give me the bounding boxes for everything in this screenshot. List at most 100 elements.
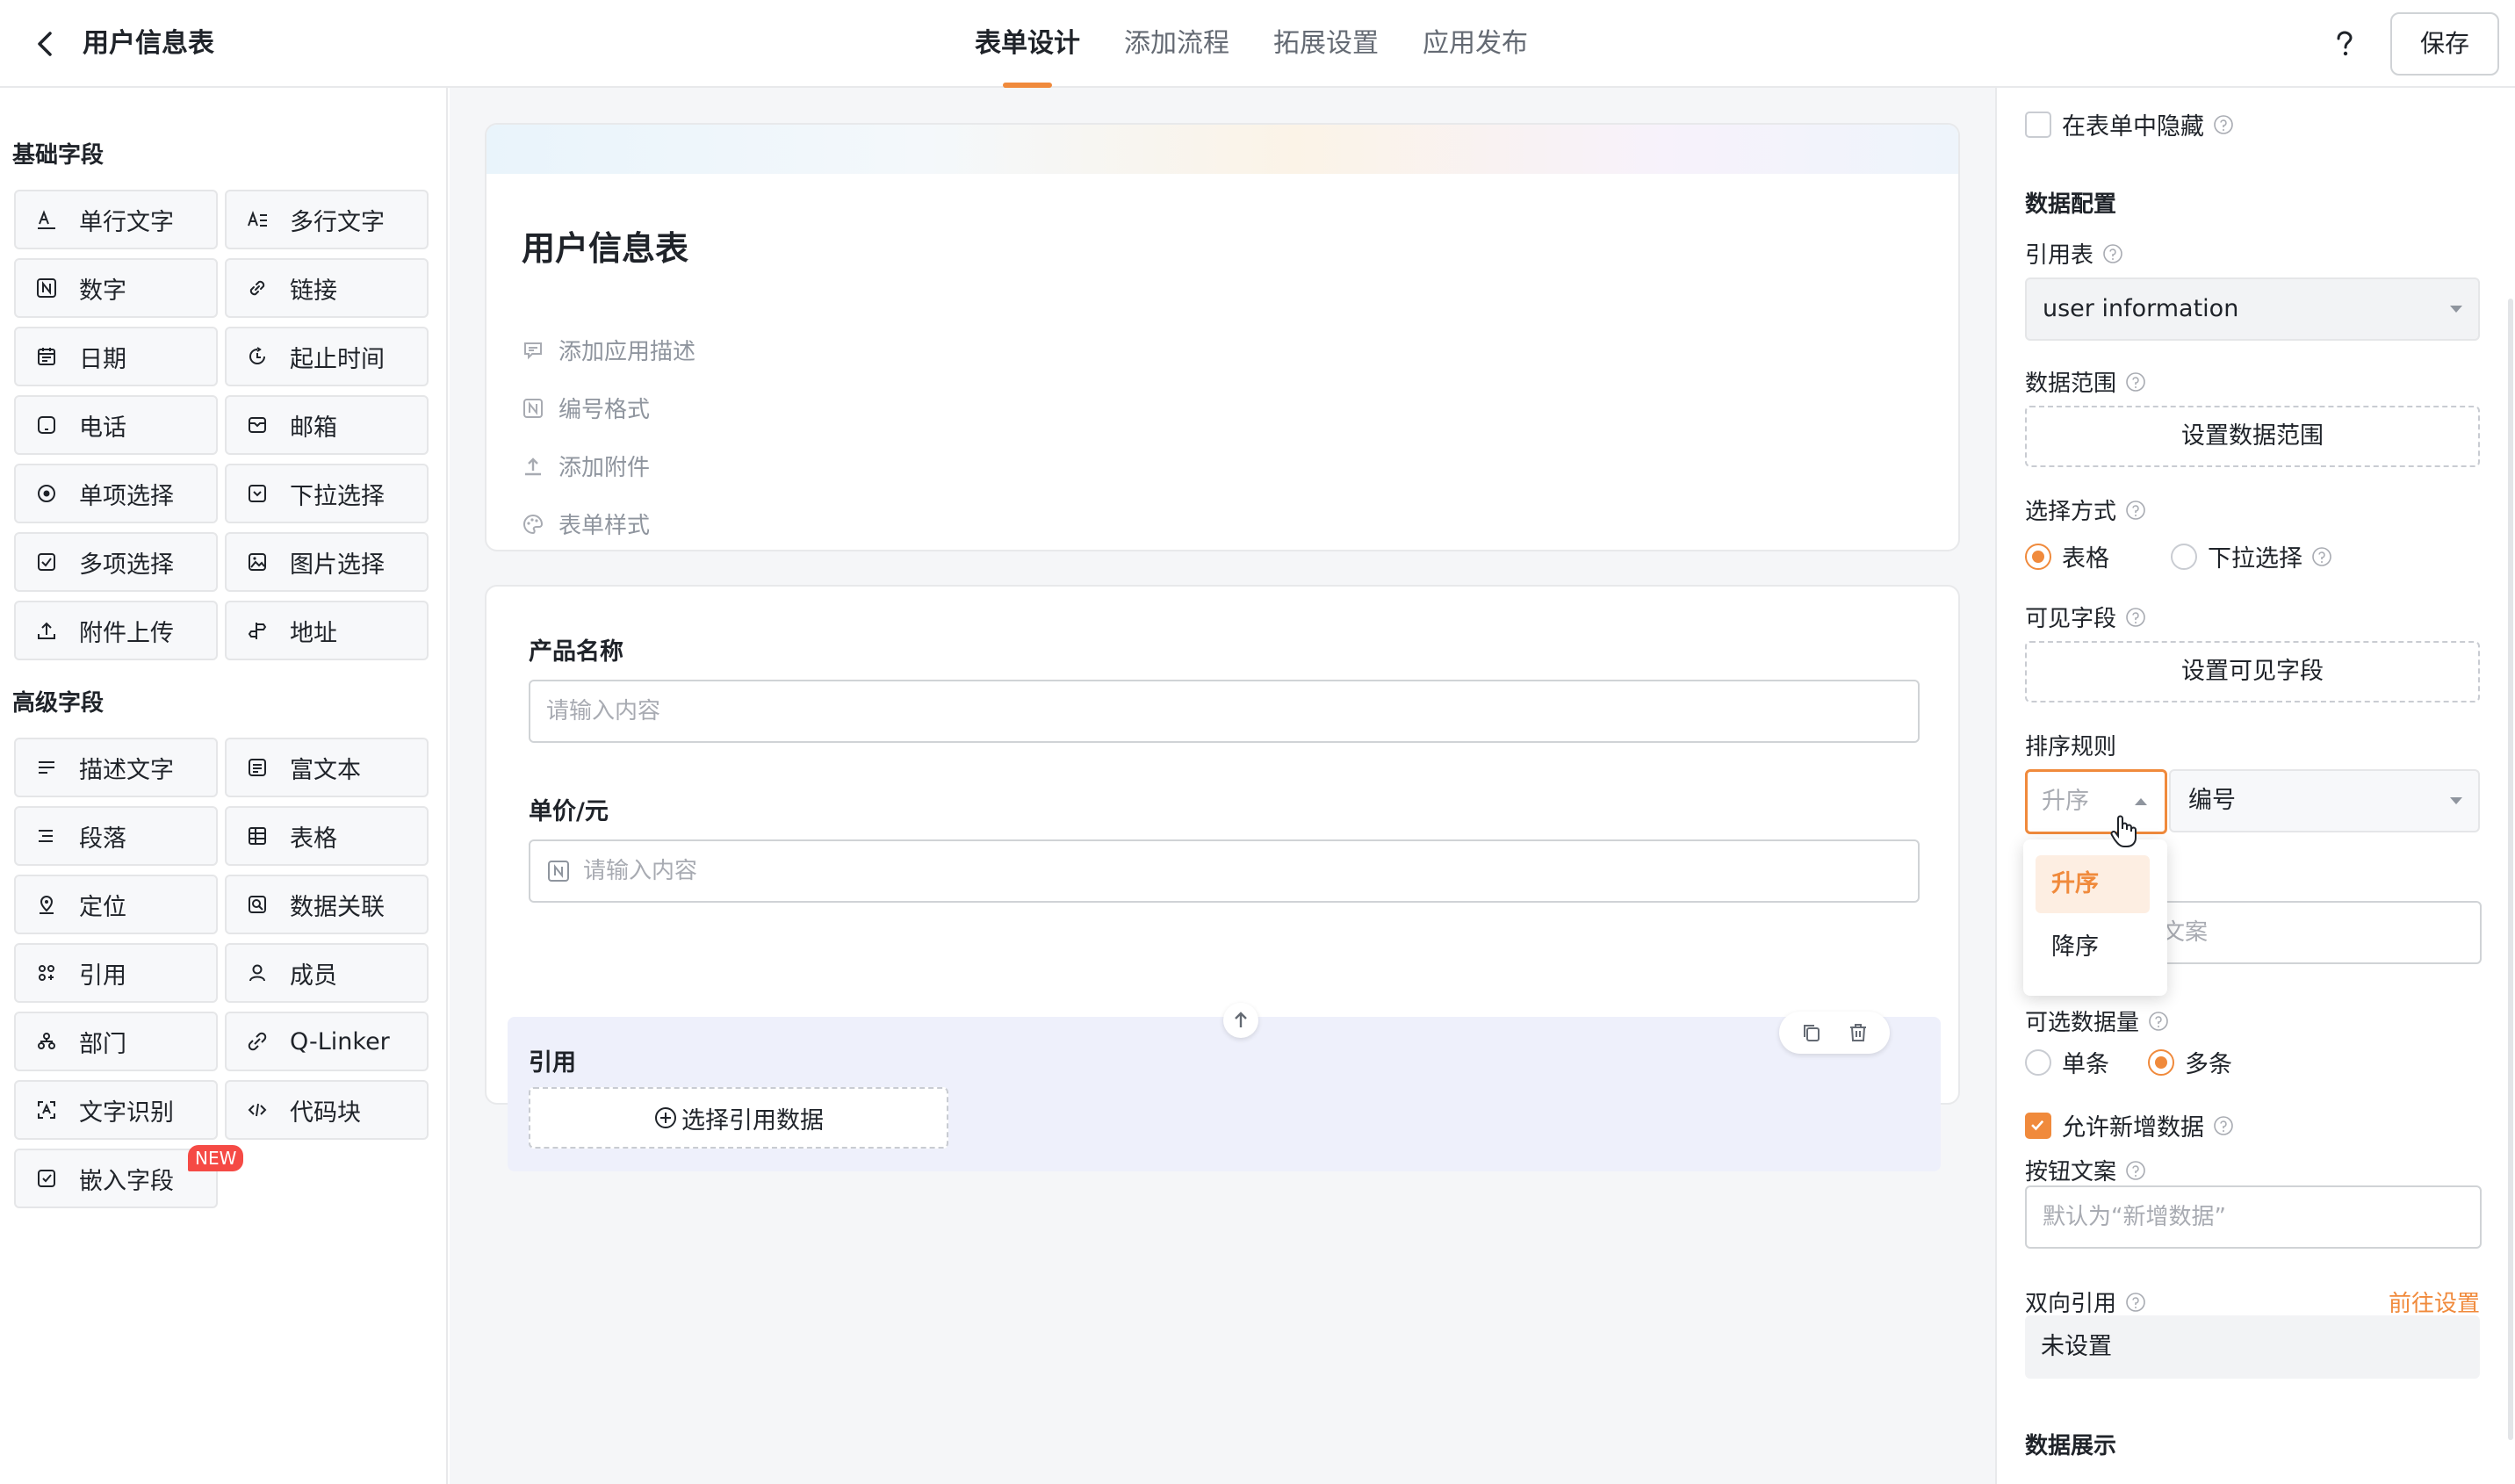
field-date[interactable]: 日期 [14, 327, 218, 386]
select-mode-dropdown-option[interactable]: 下拉选择 [2171, 539, 2332, 573]
field-attachment[interactable]: 附件上传 [14, 601, 218, 660]
radio-single[interactable] [2025, 1048, 2051, 1076]
radio-multiple[interactable] [2148, 1048, 2174, 1076]
help-circle-icon[interactable] [2148, 1011, 2169, 1032]
move-up-icon[interactable] [1223, 1003, 1258, 1038]
set-data-range-button[interactable]: 设置数据范围 [2025, 406, 2480, 467]
field-label: 表格 [290, 825, 337, 853]
field-multi-text[interactable]: 多行文字 [225, 190, 429, 249]
field-time-range[interactable]: 起止时间 [225, 327, 429, 386]
unit-price-input[interactable]: 请输入内容 [529, 839, 1920, 903]
hide-in-form-checkbox[interactable] [2025, 111, 2051, 138]
question-icon[interactable] [2327, 26, 2362, 61]
meta-label: 表单样式 [558, 513, 651, 539]
reference-field-selected[interactable]: 引用 选择引用数据 [508, 1003, 1941, 1171]
select-mode-table-option[interactable]: 表格 [2025, 539, 2109, 573]
form-title[interactable]: 用户信息表 [522, 221, 688, 270]
field-single-choice[interactable]: 单项选择 [14, 464, 218, 523]
plus-circle-icon [655, 1107, 676, 1128]
radio-table[interactable] [2025, 543, 2051, 570]
field-address[interactable]: 地址 [225, 601, 429, 660]
sort-order-select[interactable]: 升序 [2025, 769, 2167, 834]
field-table[interactable]: 表格 [225, 806, 429, 866]
sort-field-select[interactable]: 编号 [2169, 769, 2480, 832]
copy-icon[interactable] [1799, 1020, 1824, 1045]
help-circle-icon[interactable] [2213, 114, 2234, 135]
field-department[interactable]: 部门 [14, 1012, 218, 1071]
field-dropdown[interactable]: 下拉选择 [225, 464, 429, 523]
dropdown-icon [249, 485, 266, 502]
field-location[interactable]: 定位 [14, 875, 218, 934]
button-text-input[interactable]: 默认为“新增数据” [2025, 1185, 2482, 1249]
qlinker-icon [248, 1032, 267, 1051]
help-circle-icon[interactable] [2213, 1115, 2234, 1136]
tab-publish[interactable]: 应用发布 [1423, 0, 1528, 88]
field-member[interactable]: 成员 [225, 943, 429, 1003]
field-code-block[interactable]: 代码块 [225, 1080, 429, 1140]
add-description[interactable]: 添加应用描述 [522, 334, 695, 366]
field-embed[interactable]: 嵌入字段 NEW [14, 1145, 244, 1208]
radio-dropdown[interactable] [2171, 543, 2197, 570]
field-data-link[interactable]: 数据关联 [225, 875, 429, 934]
data-config-title: 数据配置 [2025, 191, 2117, 218]
field-ocr[interactable]: 文字识别 [14, 1080, 218, 1140]
field-paragraph[interactable]: 段落 [14, 806, 218, 866]
hide-in-form-row[interactable]: 在表单中隐藏 [2025, 107, 2234, 141]
number-format[interactable]: 编号格式 [522, 392, 650, 424]
field-phone[interactable]: 电话 [14, 395, 218, 455]
delete-icon[interactable] [1846, 1020, 1870, 1045]
help-circle-icon[interactable] [2125, 1160, 2146, 1181]
help-circle-icon[interactable] [2102, 243, 2123, 264]
meta-label: 编号格式 [558, 397, 651, 423]
code-icon [248, 1103, 267, 1117]
input-placeholder: 请输入内容 [583, 858, 698, 884]
form-header-card[interactable]: 用户信息表 添加应用描述 编号格式 添加附件 表单样式 [485, 123, 1960, 551]
ref-table-select[interactable]: user information [2025, 277, 2480, 341]
field-label: Q-Linker [290, 1027, 390, 1055]
help-circle-icon[interactable] [2125, 371, 2146, 393]
allow-add-row[interactable]: 允许新增数据 [2025, 1108, 2234, 1142]
comment-icon [524, 342, 542, 359]
help-circle-icon[interactable] [2125, 607, 2146, 628]
field-link[interactable]: 链接 [225, 258, 429, 318]
help-circle-icon[interactable] [2125, 1292, 2146, 1313]
number-icon [37, 278, 56, 298]
field-single-text[interactable]: 单行文字 [14, 190, 218, 249]
help-circle-icon[interactable] [2125, 500, 2146, 521]
add-attachment[interactable]: 添加附件 [522, 450, 650, 482]
tab-add-flow[interactable]: 添加流程 [1124, 0, 1229, 88]
label-text: 双向引用 [2025, 1291, 2117, 1317]
field-label: 多项选择 [79, 551, 174, 579]
meta-label: 添加附件 [558, 455, 651, 481]
field-qlinker[interactable]: Q-Linker [225, 1012, 429, 1071]
check-icon [2031, 1120, 2044, 1130]
product-name-input[interactable]: 请输入内容 [529, 680, 1920, 743]
allow-add-checkbox[interactable] [2025, 1112, 2051, 1139]
tab-form-design[interactable]: 表单设计 [975, 0, 1080, 88]
field-label: 成员 [290, 962, 337, 990]
sort-option-desc[interactable]: 降序 [2036, 918, 2150, 976]
tab-extend-settings[interactable]: 拓展设置 [1273, 0, 1379, 88]
form-style[interactable]: 表单样式 [522, 508, 650, 540]
select-reference-data-button[interactable]: 选择引用数据 [529, 1087, 948, 1149]
field-label: 单项选择 [79, 482, 174, 510]
field-image-choice[interactable]: 图片选择 [225, 532, 429, 592]
set-visible-fields-button[interactable]: 设置可见字段 [2025, 641, 2480, 702]
sort-option-asc[interactable]: 升序 [2036, 855, 2150, 913]
count-single-option[interactable]: 单条 [2025, 1045, 2109, 1079]
help-circle-icon[interactable] [2311, 546, 2332, 567]
field-number[interactable]: 数字 [14, 258, 218, 318]
caret-up-icon [2135, 798, 2147, 805]
panel-scrollbar[interactable] [2508, 299, 2513, 1440]
save-button[interactable]: 保存 [2390, 12, 2499, 76]
data-link-icon [249, 896, 266, 913]
count-multiple-option[interactable]: 多条 [2148, 1045, 2232, 1079]
field-mail[interactable]: 邮箱 [225, 395, 429, 455]
field-richtext[interactable]: 富文本 [225, 738, 429, 797]
go-settings-link[interactable]: 前往设置 [2389, 1286, 2480, 1318]
field-multi-choice[interactable]: 多项选择 [14, 532, 218, 592]
field-description[interactable]: 描述文字 [14, 738, 218, 797]
upload-icon [38, 622, 55, 639]
field-reference[interactable]: 引用 [14, 943, 218, 1003]
back-arrow-icon[interactable] [26, 25, 65, 63]
